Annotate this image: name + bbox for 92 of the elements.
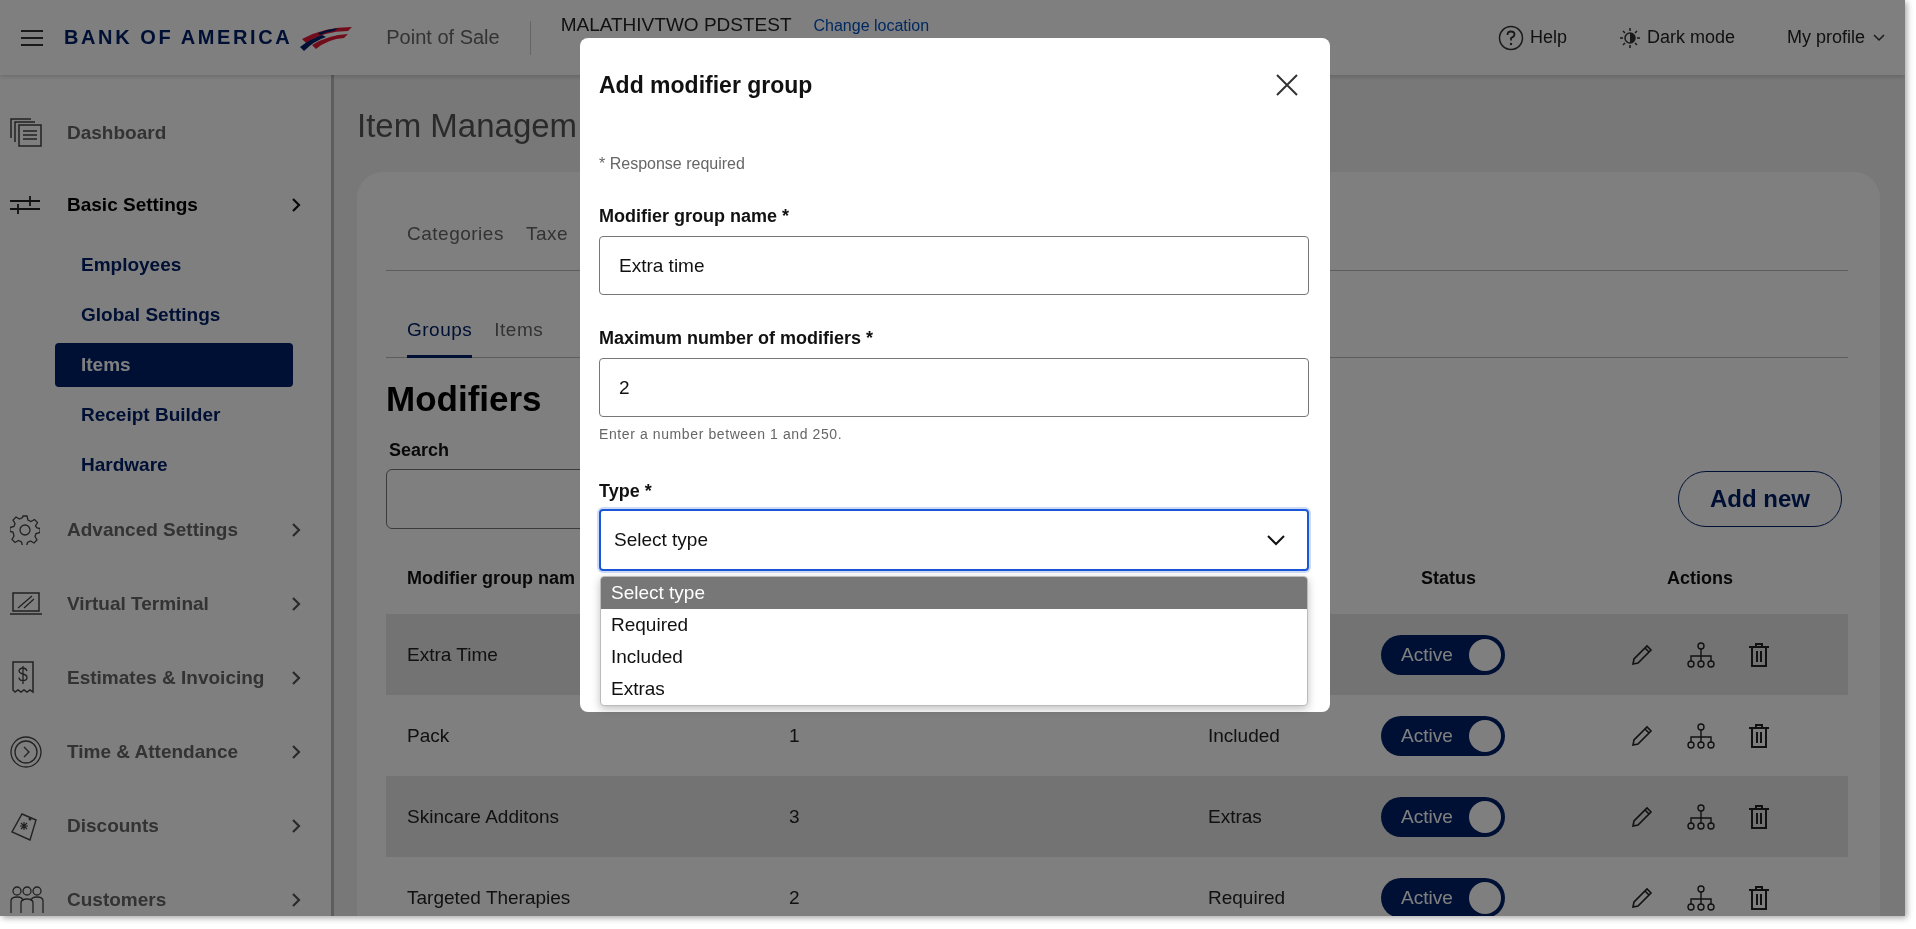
sidebar-item[interactable]: Discounts bbox=[0, 789, 331, 863]
profile-menu[interactable]: My profile bbox=[1786, 27, 1865, 48]
trash-icon[interactable] bbox=[1748, 722, 1770, 749]
sidebar-item[interactable]: Advanced Settings bbox=[0, 493, 331, 567]
table-cell: 1 bbox=[789, 724, 800, 746]
table-cell: Included bbox=[1208, 724, 1280, 746]
type-dropdown[interactable]: Select type bbox=[599, 509, 1309, 571]
sidebar-item[interactable]: Basic Settings bbox=[0, 170, 331, 240]
status-toggle[interactable]: Active bbox=[1381, 634, 1505, 675]
dark-mode-toggle[interactable]: Dark mode bbox=[1646, 27, 1735, 48]
sidebar-item[interactable]: Time & Attendance bbox=[0, 715, 331, 789]
trash-icon[interactable] bbox=[1748, 803, 1770, 830]
hierarchy-icon[interactable] bbox=[1687, 641, 1715, 668]
dropdown-option[interactable]: Included bbox=[601, 641, 1307, 673]
chevron-down-icon[interactable] bbox=[1873, 33, 1885, 42]
column-header: Status bbox=[1421, 568, 1476, 589]
app-name: Point of Sale bbox=[386, 26, 500, 49]
pencil-icon[interactable] bbox=[1630, 804, 1654, 829]
table-cell: Required bbox=[1208, 886, 1286, 908]
gear-icon bbox=[10, 515, 40, 545]
dropdown-option[interactable]: Select type bbox=[601, 577, 1307, 609]
page-title: Item Managem bbox=[357, 105, 578, 146]
sidebar-item[interactable]: Estimates & Invoicing bbox=[0, 641, 331, 715]
status-toggle[interactable]: Active bbox=[1381, 796, 1505, 837]
tab[interactable]: Categories bbox=[407, 222, 504, 248]
table-cell: 2 bbox=[789, 886, 800, 908]
tab[interactable]: Taxe bbox=[525, 222, 569, 248]
table-cell: Targeted Therapies bbox=[407, 886, 571, 909]
status-toggle[interactable]: Active bbox=[1381, 877, 1505, 916]
field-label: Modifier group name * bbox=[599, 206, 789, 227]
trash-icon[interactable] bbox=[1748, 884, 1770, 911]
sun-icon[interactable] bbox=[1618, 26, 1641, 49]
receipt-dollar-icon bbox=[10, 661, 36, 695]
chevron-right-icon bbox=[291, 744, 301, 760]
dialog-title: Add modifier group bbox=[599, 71, 813, 99]
pencil-icon[interactable] bbox=[1630, 642, 1654, 667]
clock-icon bbox=[10, 736, 42, 768]
sidebar-subitem[interactable]: Global Settings bbox=[55, 293, 293, 337]
hierarchy-icon[interactable] bbox=[1687, 722, 1715, 749]
flag-icon bbox=[298, 24, 355, 51]
help-icon[interactable] bbox=[1497, 24, 1524, 51]
table-cell: Skincare Additons bbox=[407, 805, 560, 828]
table-cell: Extra Time bbox=[407, 643, 498, 666]
chevron-right-icon bbox=[291, 197, 301, 213]
sidebar-subitem[interactable]: Hardware bbox=[55, 443, 293, 487]
chevron-right-icon bbox=[291, 818, 301, 834]
laptop-icon bbox=[10, 591, 42, 617]
section-heading: Modifiers bbox=[386, 379, 542, 419]
tab[interactable]: Items bbox=[494, 319, 544, 358]
sliders-icon bbox=[10, 195, 40, 215]
pencil-icon[interactable] bbox=[1630, 723, 1654, 748]
sidebar-item[interactable]: Virtual Terminal bbox=[0, 567, 331, 641]
sidebar-item[interactable]: Customers bbox=[0, 863, 331, 916]
column-header: Modifier group nam bbox=[406, 568, 576, 589]
field-hint: Enter a number between 1 and 250. bbox=[599, 426, 843, 442]
help-link[interactable]: Help bbox=[1529, 27, 1567, 48]
tag-icon bbox=[10, 810, 40, 842]
dropdown-option[interactable]: Extras bbox=[601, 673, 1307, 705]
people-icon bbox=[10, 886, 44, 914]
input-field[interactable]: Extra time bbox=[599, 236, 1309, 295]
table-cell: Extras bbox=[1208, 805, 1262, 827]
field-label: Maximum number of modifiers * bbox=[599, 328, 874, 349]
close-icon[interactable] bbox=[1275, 73, 1299, 97]
chevron-right-icon bbox=[291, 892, 301, 908]
location-name: MALATHIVTWO PDSTEST bbox=[560, 14, 792, 36]
change-location-link[interactable]: Change location bbox=[813, 17, 930, 35]
chevron-right-icon bbox=[291, 670, 301, 686]
chevron-right-icon bbox=[291, 522, 301, 538]
search-label: Search bbox=[389, 440, 450, 461]
sidebar-item[interactable]: Dashboard bbox=[0, 96, 331, 170]
chevron-right-icon bbox=[291, 596, 301, 612]
input-field[interactable]: 2 bbox=[599, 358, 1309, 417]
brand-logo[interactable]: BANK OF AMERICA bbox=[64, 26, 293, 49]
add-new-button[interactable]: Add new bbox=[1678, 471, 1842, 527]
required-note: * Response required bbox=[599, 155, 745, 173]
menu-icon[interactable] bbox=[20, 28, 44, 47]
pencil-icon[interactable] bbox=[1630, 885, 1654, 910]
field-label: Type * bbox=[599, 481, 652, 502]
sidebar-subitem[interactable]: Receipt Builder bbox=[55, 393, 293, 437]
table-cell: Pack bbox=[407, 724, 450, 747]
status-toggle[interactable]: Active bbox=[1381, 715, 1505, 756]
trash-icon[interactable] bbox=[1748, 641, 1770, 668]
documents-icon bbox=[10, 118, 44, 148]
sidebar-subitem[interactable]: Items bbox=[55, 343, 293, 387]
hierarchy-icon[interactable] bbox=[1687, 803, 1715, 830]
chevron-down-icon bbox=[1267, 534, 1285, 546]
column-header: Actions bbox=[1667, 568, 1733, 589]
hierarchy-icon[interactable] bbox=[1687, 884, 1715, 911]
tab[interactable]: Groups bbox=[407, 319, 473, 358]
table-cell: 3 bbox=[789, 805, 800, 827]
dropdown-option[interactable]: Required bbox=[601, 609, 1307, 641]
sidebar-subitem[interactable]: Employees bbox=[55, 243, 293, 287]
